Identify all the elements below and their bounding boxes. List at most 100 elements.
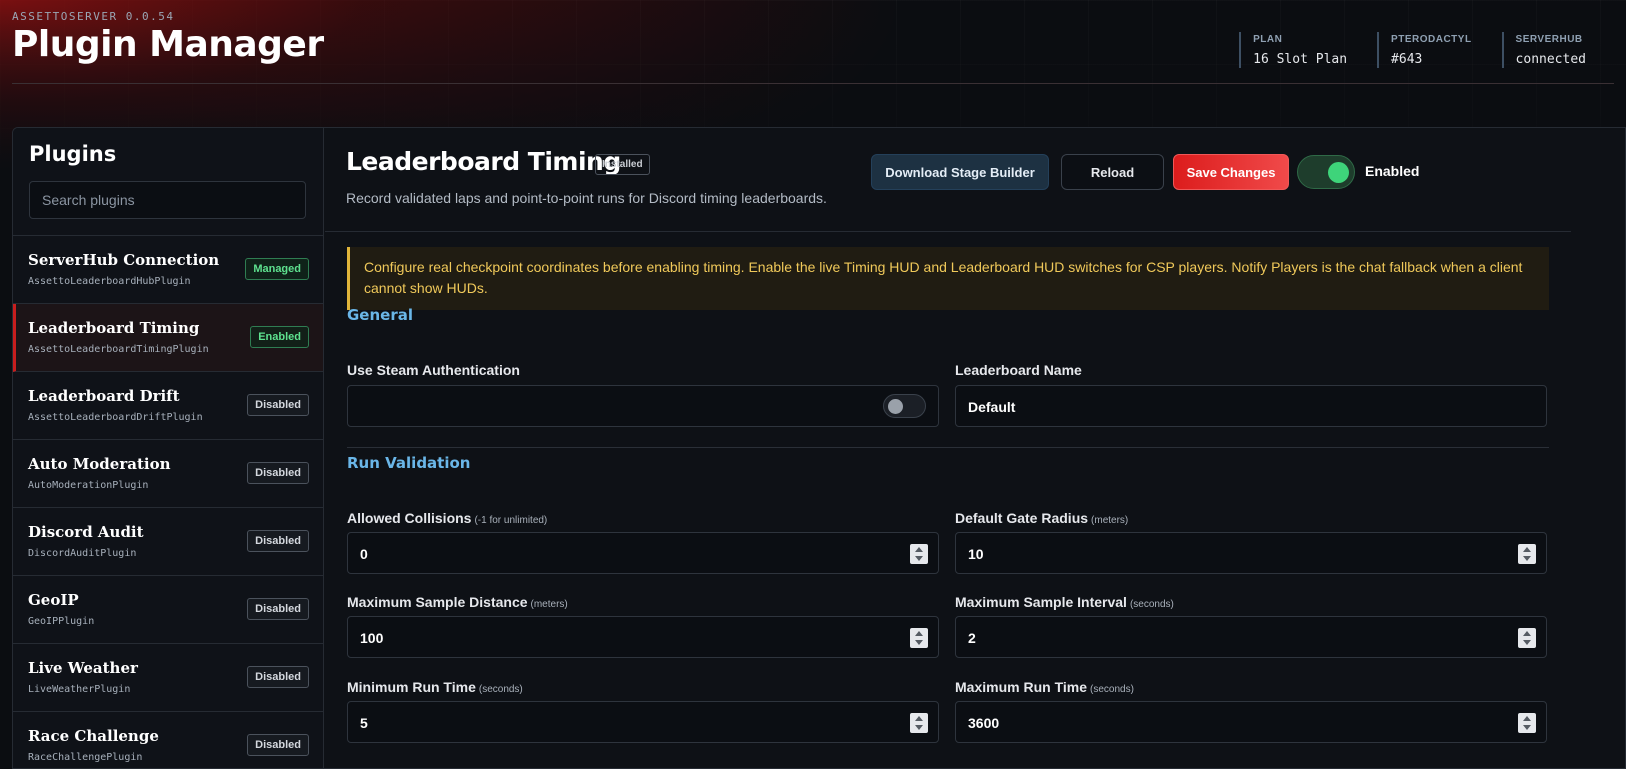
number-stepper-icon[interactable] [910, 628, 928, 648]
label-text: Maximum Sample Distance [347, 594, 528, 610]
number-stepper-icon[interactable] [1518, 544, 1536, 564]
status-badge: Enabled [250, 326, 309, 348]
sidebar-item-leaderboard-drift[interactable]: Leaderboard Drift AssettoLeaderboardDrif… [13, 372, 323, 440]
label-text: Allowed Collisions [347, 510, 472, 526]
status-badge: Disabled [247, 598, 309, 620]
default-gate-radius-label: Default Gate Radius (meters) [955, 510, 1128, 526]
toggle-knob [888, 399, 903, 414]
sidebar: Plugins ServerHub Connection AssettoLead… [13, 128, 324, 768]
stat-plan: PLAN 16 Slot Plan [1239, 32, 1347, 68]
plugin-detail: Leaderboard Timing Installed Record vali… [325, 128, 1625, 768]
plugin-name: Leaderboard Drift [28, 387, 180, 405]
allowed-collisions-label: Allowed Collisions (-1 for unlimited) [347, 510, 547, 526]
plugin-name: Leaderboard Timing [28, 319, 200, 337]
plugin-name: Race Challenge [28, 727, 159, 745]
stat-label: PLAN [1253, 34, 1283, 45]
max-run-time-field[interactable]: 3600 [955, 701, 1547, 743]
plugin-name: GeoIP [28, 591, 79, 609]
stat-value: connected [1515, 52, 1586, 67]
use-steam-auth-toggle[interactable] [883, 394, 926, 418]
plugin-title: Leaderboard Timing [346, 147, 621, 176]
max-sample-distance-label: Maximum Sample Distance (meters) [347, 594, 568, 610]
label-hint: (-1 for unlimited) [474, 515, 548, 526]
leaderboard-name-label: Leaderboard Name [955, 362, 1082, 378]
label-hint: (meters) [1091, 515, 1129, 526]
number-stepper-icon[interactable] [1518, 628, 1536, 648]
max-sample-interval-field[interactable]: 2 [955, 616, 1547, 658]
toggle-knob [1328, 162, 1349, 183]
stat-value: #643 [1391, 52, 1423, 67]
plugin-class: GeoIPPlugin [28, 616, 95, 627]
sidebar-item-serverhub-connection[interactable]: ServerHub Connection AssettoLeaderboardH… [13, 236, 323, 304]
installed-badge: Installed [595, 154, 650, 175]
warning-alert: Configure real checkpoint coordinates be… [347, 247, 1549, 310]
min-run-time-label: Minimum Run Time (seconds) [347, 679, 523, 695]
status-badge: Disabled [247, 462, 309, 484]
label-hint: (seconds) [478, 684, 523, 695]
plugin-class: AssettoLeaderboardTimingPlugin [28, 344, 209, 355]
allowed-collisions-field[interactable]: 0 [347, 532, 939, 574]
header-divider [12, 83, 1614, 84]
label-hint: (seconds) [1129, 599, 1174, 610]
plugin-name: Auto Moderation [28, 455, 171, 473]
search-input[interactable] [29, 181, 306, 219]
use-steam-auth-field [347, 385, 939, 427]
action-bar: Download Stage Builder Reload Save Chang… [871, 154, 1571, 190]
stat-serverhub: SERVERHUB connected [1501, 32, 1586, 68]
plugin-description: Record validated laps and point-to-point… [346, 190, 827, 206]
max-sample-interval-label: Maximum Sample Interval (seconds) [955, 594, 1174, 610]
reload-button[interactable]: Reload [1061, 154, 1164, 190]
leaderboard-name-field[interactable]: Default [955, 385, 1547, 427]
default-gate-radius-field[interactable]: 10 [955, 532, 1547, 574]
sidebar-item-auto-moderation[interactable]: Auto Moderation AutoModerationPlugin Dis… [13, 440, 323, 508]
label-text: Maximum Sample Interval [955, 594, 1127, 610]
status-badge: Managed [245, 258, 309, 280]
max-sample-distance-value: 100 [360, 630, 384, 646]
app-subtitle: ASSETTOSERVER 0.0.54 [12, 10, 175, 23]
label-text: Maximum Run Time [955, 679, 1087, 695]
allowed-collisions-value: 0 [360, 546, 368, 562]
stat-pterodactyl: PTERODACTYL #643 [1377, 32, 1472, 68]
min-run-time-value: 5 [360, 715, 368, 731]
label-text: Minimum Run Time [347, 679, 476, 695]
default-gate-radius-value: 10 [968, 546, 984, 562]
plugin-class: DiscordAuditPlugin [28, 548, 137, 559]
max-sample-distance-field[interactable]: 100 [347, 616, 939, 658]
number-stepper-icon[interactable] [910, 713, 928, 733]
stat-label: PTERODACTYL [1391, 34, 1472, 45]
section-divider [347, 447, 1549, 448]
status-badge: Disabled [247, 394, 309, 416]
stat-value: 16 Slot Plan [1253, 52, 1348, 67]
use-steam-auth-label: Use Steam Authentication [347, 362, 520, 378]
sidebar-title: Plugins [29, 142, 117, 166]
plugin-detail-header: Leaderboard Timing Installed Record vali… [325, 128, 1571, 232]
enabled-toggle-label: Enabled [1365, 163, 1420, 179]
label-text: Default Gate Radius [955, 510, 1089, 526]
sidebar-item-geoip[interactable]: GeoIP GeoIPPlugin Disabled [13, 576, 323, 644]
sidebar-item-leaderboard-timing[interactable]: Leaderboard Timing AssettoLeaderboardTim… [13, 304, 323, 372]
label-hint: (meters) [530, 599, 568, 610]
plugin-name: Live Weather [28, 659, 138, 677]
label-hint: (seconds) [1090, 684, 1134, 695]
min-run-time-field[interactable]: 5 [347, 701, 939, 743]
status-badge: Disabled [247, 734, 309, 756]
enabled-toggle[interactable] [1297, 155, 1355, 189]
sidebar-item-race-challenge[interactable]: Race Challenge RaceChallengePlugin Disab… [13, 712, 323, 768]
page-title: Plugin Manager [12, 24, 324, 65]
section-title-run-validation: Run Validation [347, 454, 471, 472]
plugin-class: AssettoLeaderboardDriftPlugin [28, 412, 203, 423]
save-changes-button[interactable]: Save Changes [1173, 154, 1289, 190]
plugin-class: AutoModerationPlugin [28, 480, 149, 491]
header-stats: PLAN 16 Slot Plan PTERODACTYL #643 SERVE… [1209, 32, 1586, 68]
download-stage-builder-button[interactable]: Download Stage Builder [871, 154, 1049, 190]
number-stepper-icon[interactable] [910, 544, 928, 564]
sidebar-item-discord-audit[interactable]: Discord Audit DiscordAuditPlugin Disable… [13, 508, 323, 576]
sidebar-item-live-weather[interactable]: Live Weather LiveWeatherPlugin Disabled [13, 644, 323, 712]
max-run-time-label: Maximum Run Time (seconds) [955, 679, 1134, 695]
plugin-class: LiveWeatherPlugin [28, 684, 131, 695]
stat-label: SERVERHUB [1515, 34, 1583, 45]
leaderboard-name-value: Default [968, 399, 1016, 415]
plugin-panel: Plugins ServerHub Connection AssettoLead… [12, 127, 1626, 769]
number-stepper-icon[interactable] [1518, 713, 1536, 733]
plugin-class: AssettoLeaderboardHubPlugin [28, 276, 191, 287]
